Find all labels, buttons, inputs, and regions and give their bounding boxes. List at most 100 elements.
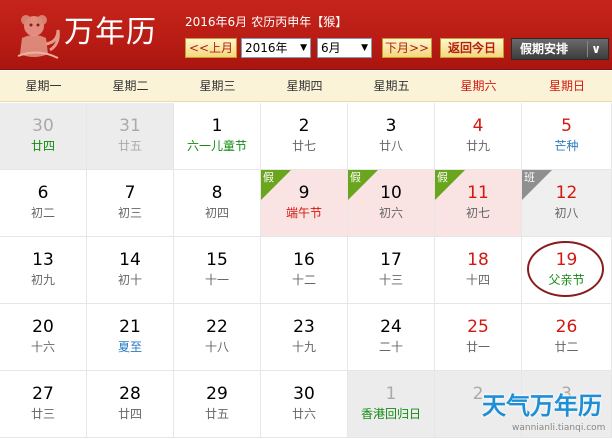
day-cell[interactable]: 31 廿五: [87, 103, 174, 170]
day-cell[interactable]: 3 廿八: [348, 103, 435, 170]
month-select-value: 6月: [321, 41, 341, 55]
lunar-day-label: 初六: [378, 206, 403, 220]
day-cell[interactable]: 5 芒种: [522, 103, 612, 170]
day-cell[interactable]: 26 廿二: [522, 304, 612, 371]
day-cell[interactable]: 29 廿五: [174, 371, 261, 438]
day-cell[interactable]: 17 十三: [348, 237, 435, 304]
day-number: 24: [380, 317, 402, 337]
lunar-day-label: 廿九: [465, 139, 490, 153]
lunar-day-label: 廿五: [117, 139, 142, 153]
weekday-label: 星期二: [112, 79, 149, 93]
date-info: 2016年6月 农历丙申年【猴】: [185, 14, 351, 30]
day-cell[interactable]: 7 初三: [87, 170, 174, 237]
day-cell[interactable]: 15 十一: [174, 237, 261, 304]
monkey-zodiac-logo: [17, 15, 60, 59]
day-cell[interactable]: 4 廿九: [435, 103, 522, 170]
lunar-day-label: 十四: [465, 273, 490, 287]
day-number: 11: [467, 183, 489, 203]
day-number: 1: [385, 384, 397, 404]
lunar-day-label: 初九: [30, 273, 55, 287]
day-cell[interactable]: 23 十九: [261, 304, 348, 371]
holiday-schedule-button[interactable]: 假期安排 ∨: [511, 38, 609, 60]
day-number: 25: [467, 317, 489, 337]
day-cell[interactable]: 6 初二: [0, 170, 87, 237]
lunar-day-label: 初四: [204, 206, 229, 220]
day-number: 6: [37, 183, 49, 203]
day-cell[interactable]: 1 香港回归日: [348, 371, 435, 438]
back-to-today-button[interactable]: 返回今日: [440, 38, 504, 58]
day-number: 28: [119, 384, 141, 404]
day-number: 31: [119, 116, 141, 136]
day-number: 18: [467, 250, 489, 270]
day-number: 23: [293, 317, 315, 337]
day-cell[interactable]: 班 12 初八: [522, 170, 612, 237]
day-cell[interactable]: 8 初四: [174, 170, 261, 237]
day-number: 7: [124, 183, 136, 203]
year-select[interactable]: 2016年 ▼: [241, 38, 311, 58]
day-number: 22: [206, 317, 228, 337]
day-cell[interactable]: 14 初十: [87, 237, 174, 304]
weekday-label: 星期日: [548, 79, 585, 93]
day-cell[interactable]: 22 十八: [174, 304, 261, 371]
lunar-day-label: 十三: [378, 273, 403, 287]
lunar-day-label: 六一儿童节: [186, 139, 247, 153]
day-cell[interactable]: 21 夏至: [87, 304, 174, 371]
lunar-day-label: 廿八: [378, 139, 403, 153]
day-cell[interactable]: 25 廿一: [435, 304, 522, 371]
day-cell[interactable]: 30 廿四: [0, 103, 87, 170]
day-cell[interactable]: 2 廿七: [261, 103, 348, 170]
lunar-day-label: 廿四: [117, 407, 142, 421]
day-number: 14: [119, 250, 141, 270]
lunar-day-label: 廿五: [204, 407, 229, 421]
day-cell[interactable]: 假 10 初六: [348, 170, 435, 237]
day-number: 9: [298, 183, 310, 203]
day-number: 12: [555, 183, 578, 203]
lunar-day-label: 廿七: [291, 139, 316, 153]
lunar-day-label: 父亲节: [548, 273, 585, 287]
day-cell[interactable]: 假 9 端午节: [261, 170, 348, 237]
lunar-day-label: 十八: [204, 340, 229, 354]
holiday-schedule-label: 假期安排: [520, 42, 569, 56]
calendar-header: 万年历 2016年6月 农历丙申年【猴】 <<上月 2016年 ▼ 6月 ▼ 下月…: [0, 0, 612, 70]
day-cell[interactable]: 假 11 初七: [435, 170, 522, 237]
day-number: 13: [32, 250, 54, 270]
lunar-day-label: 廿三: [30, 407, 55, 421]
day-cell[interactable]: 16 十二: [261, 237, 348, 304]
day-number: 29: [206, 384, 228, 404]
month-select[interactable]: 6月 ▼: [317, 38, 372, 58]
weekday-label: 星期三: [199, 79, 236, 93]
next-month-button[interactable]: 下月>>: [382, 38, 432, 58]
day-cell[interactable]: 18 十四: [435, 237, 522, 304]
day-cell[interactable]: 13 初九: [0, 237, 87, 304]
day-cell[interactable]: 1 六一儿童节: [174, 103, 261, 170]
day-number: 21: [119, 317, 141, 337]
day-cell[interactable]: 28 廿四: [87, 371, 174, 438]
day-number: 3: [385, 116, 397, 136]
lunar-day-label: 初七: [465, 206, 490, 220]
lunar-day-label: 十一: [204, 273, 229, 287]
day-number: 1: [211, 116, 223, 136]
weekday-header: 星期一 星期二 星期三 星期四 星期五 星期六 星期日: [0, 71, 612, 102]
day-number: 8: [211, 183, 223, 203]
lunar-day-label: 芒种: [554, 139, 579, 153]
prev-month-button[interactable]: <<上月: [185, 38, 237, 58]
day-cell[interactable]: 27 廿三: [0, 371, 87, 438]
dropdown-arrow-icon: ▼: [361, 43, 368, 53]
day-number: 5: [561, 116, 572, 136]
day-cell[interactable]: 30 廿六: [261, 371, 348, 438]
watermark-logo: 天气万年历: [482, 392, 602, 420]
watermark-url: wannianli.tianqi.com: [512, 423, 606, 433]
day-number: 17: [380, 250, 402, 270]
day-number: 26: [555, 317, 578, 337]
day-cell[interactable]: 24 二十: [348, 304, 435, 371]
weekday-label: 星期四: [286, 79, 323, 93]
lunar-day-label: 十二: [291, 273, 316, 287]
day-cell[interactable]: 20 十六: [0, 304, 87, 371]
day-number: 2: [298, 116, 310, 136]
lunar-year-text: 农历丙申年: [251, 15, 312, 29]
zodiac-bracket-right: 】: [335, 15, 348, 29]
day-cell[interactable]: 19 父亲节: [522, 237, 612, 304]
lunar-day-label: 廿一: [465, 340, 490, 354]
weekday-label: 星期六: [460, 79, 497, 93]
lunar-day-label: 初十: [117, 273, 142, 287]
